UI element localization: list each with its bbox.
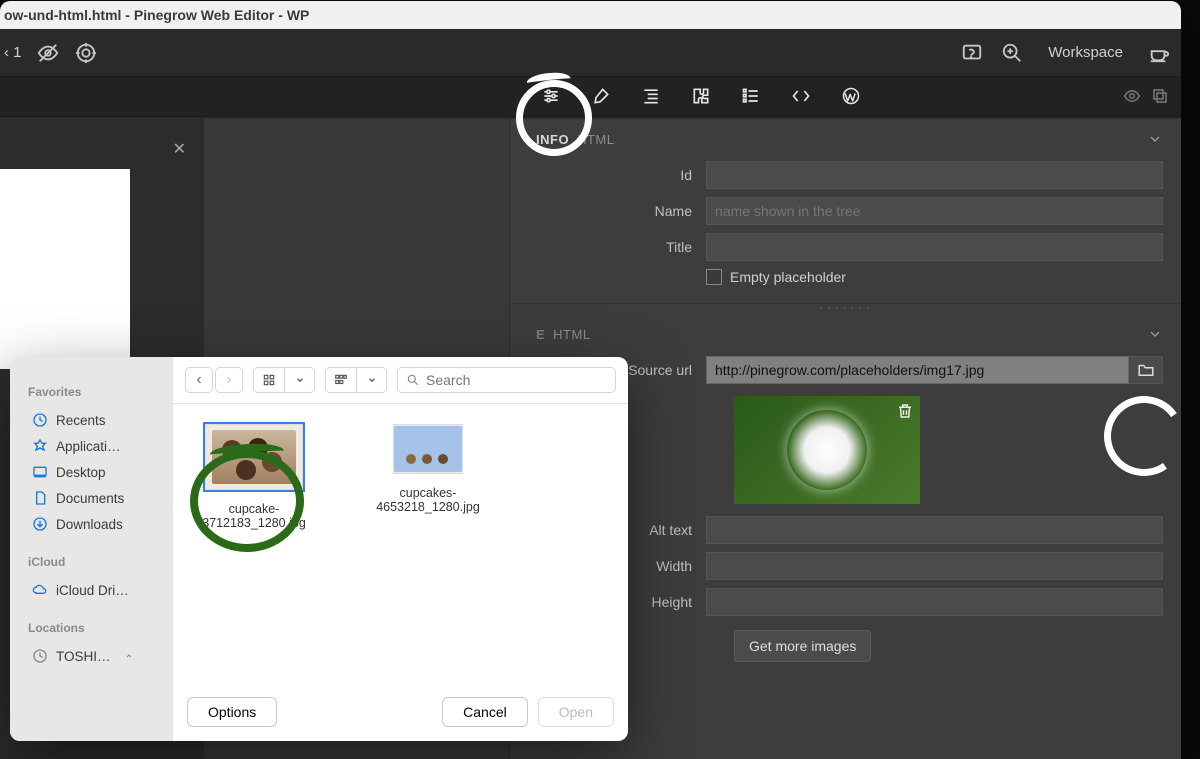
canvas-preview: [0, 169, 130, 369]
chevron-down-icon[interactable]: [284, 368, 314, 392]
file-grid: cupcake-3712183_1280.jpg cupcakes-465321…: [173, 404, 628, 687]
resize-handle[interactable]: • • • • • • •: [510, 304, 1181, 314]
section-label-info: INFO: [536, 132, 569, 147]
source-url-input[interactable]: [706, 356, 1129, 384]
sidebar-item-applications[interactable]: Applicati…: [28, 433, 173, 459]
section-sublabel-html: HTML: [577, 132, 614, 147]
sidebar-item-documents[interactable]: Documents: [28, 485, 173, 511]
file-item[interactable]: cupcake-3712183_1280.jpg: [189, 424, 319, 667]
copy-icon[interactable]: [1151, 87, 1169, 105]
search-icon: [406, 373, 420, 387]
get-more-images-button[interactable]: Get more images: [734, 630, 871, 662]
view-mode-1[interactable]: [253, 367, 315, 393]
sidebar-item-downloads[interactable]: Downloads: [28, 511, 173, 537]
eye-icon[interactable]: [1123, 87, 1141, 105]
file-open-dialog: Favorites Recents Applicati… Desktop Doc…: [10, 357, 628, 741]
finder-toolbar: ‹ ›: [173, 357, 628, 404]
name-input[interactable]: [706, 197, 1163, 225]
panel-mode-strip: [0, 77, 1181, 117]
finder-search-input[interactable]: [426, 372, 607, 388]
dandelion-placeholder: [787, 410, 867, 490]
id-label: Id: [536, 167, 706, 183]
icloud-group: iCloud: [28, 555, 173, 569]
favorites-group: Favorites: [28, 385, 173, 399]
title-input[interactable]: [706, 233, 1163, 261]
file-name: cupcake-3712183_1280.jpg: [189, 502, 319, 530]
grid-view-icon[interactable]: [254, 368, 284, 392]
alt-text-input[interactable]: [706, 516, 1163, 544]
sidebar-item-icloud-drive[interactable]: iCloud Dri…: [28, 577, 173, 603]
browse-folder-icon[interactable]: [1129, 356, 1163, 384]
section-sublabel-html2: HTML: [553, 327, 590, 342]
list-icon[interactable]: [740, 85, 762, 107]
width-input[interactable]: [706, 552, 1163, 580]
tree-icon[interactable]: [640, 85, 662, 107]
finder-sidebar: Favorites Recents Applicati… Desktop Doc…: [10, 357, 173, 741]
id-input[interactable]: [706, 161, 1163, 189]
name-label: Name: [536, 203, 706, 219]
window-titlebar: ow-und-html.html - Pinegrow Web Editor -…: [0, 1, 1181, 29]
sidebar-item-toshi[interactable]: TOSHI…: [28, 643, 173, 669]
finder-footer: Options Cancel Open: [173, 687, 628, 741]
puzzle-icon[interactable]: [690, 85, 712, 107]
group-view-icon[interactable]: [326, 368, 356, 392]
info-section-header[interactable]: INFO HTML: [510, 119, 1181, 157]
window-title: ow-und-html.html - Pinegrow Web Editor -…: [4, 7, 309, 23]
empty-placeholder-label: Empty placeholder: [730, 269, 846, 285]
options-button[interactable]: Options: [187, 697, 277, 727]
image-preview: [734, 396, 920, 504]
file-name: cupcakes-4653218_1280.jpg: [363, 486, 493, 514]
empty-placeholder-checkbox[interactable]: [706, 269, 722, 285]
section-label-image-partial: E: [536, 327, 545, 342]
file-item[interactable]: cupcakes-4653218_1280.jpg: [363, 424, 493, 667]
forward-button[interactable]: ›: [215, 367, 243, 393]
finder-search[interactable]: [397, 367, 616, 393]
locations-group: Locations: [28, 621, 173, 635]
zoom-in-icon[interactable]: [1000, 41, 1024, 65]
workspace-menu[interactable]: Workspace: [1040, 44, 1131, 61]
height-input[interactable]: [706, 588, 1163, 616]
target-icon[interactable]: [74, 41, 98, 65]
chevron-down-icon[interactable]: [356, 368, 386, 392]
coffee-icon[interactable]: [1147, 41, 1171, 65]
chevron-down-icon[interactable]: [1147, 131, 1163, 147]
wordpress-icon[interactable]: [840, 85, 862, 107]
brush-icon[interactable]: [590, 85, 612, 107]
back-button[interactable]: ‹: [185, 367, 213, 393]
trash-icon[interactable]: [896, 402, 914, 420]
zoom-indicator[interactable]: ‹ 1: [4, 44, 22, 61]
sidebar-item-recents[interactable]: Recents: [28, 407, 173, 433]
title-label: Title: [536, 239, 706, 255]
code-icon[interactable]: [790, 85, 812, 107]
visibility-icon[interactable]: [36, 41, 60, 65]
sidebar-item-desktop[interactable]: Desktop: [28, 459, 173, 485]
chevron-down-icon[interactable]: [1147, 326, 1163, 342]
help-icon[interactable]: [960, 41, 984, 65]
open-button[interactable]: Open: [538, 697, 614, 727]
sliders-icon[interactable]: [540, 85, 562, 107]
view-mode-2[interactable]: [325, 367, 387, 393]
top-toolbar: ‹ 1 Workspace: [0, 29, 1181, 77]
close-icon[interactable]: ✕: [173, 139, 186, 159]
image-section-header[interactable]: E HTML: [510, 314, 1181, 352]
cancel-button[interactable]: Cancel: [442, 697, 528, 727]
